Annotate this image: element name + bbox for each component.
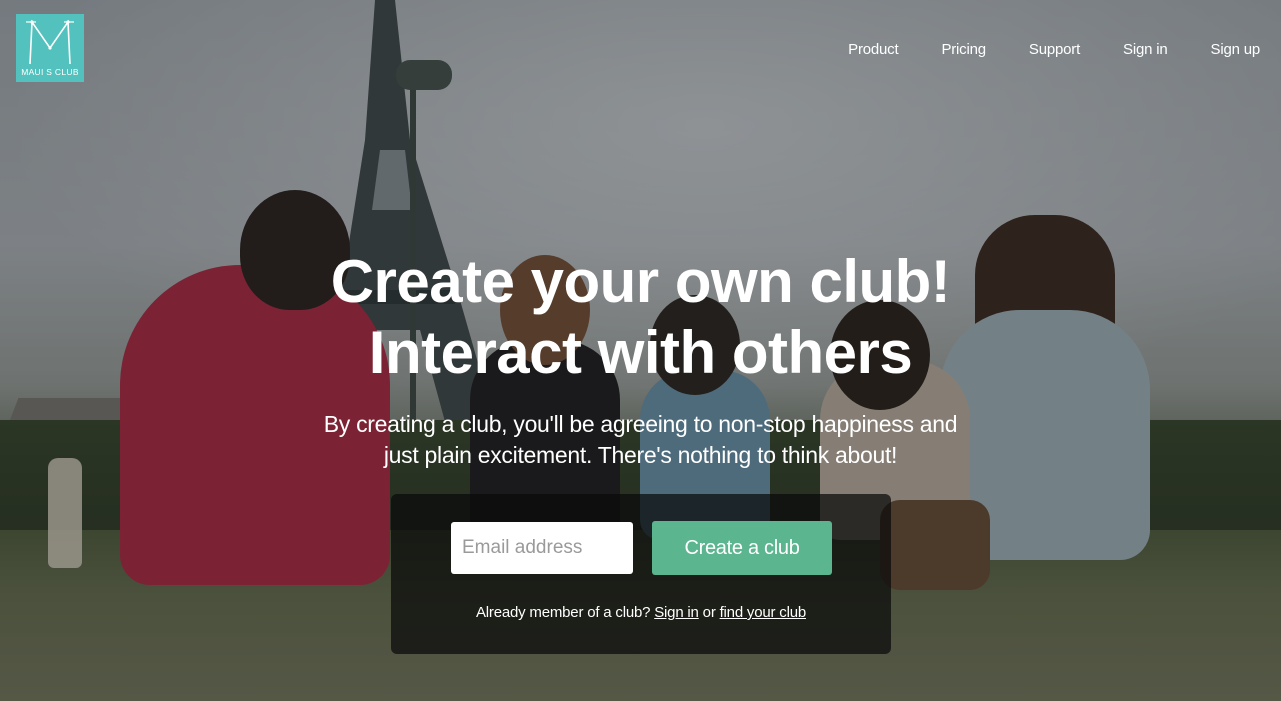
existing-member-line: Already member of a club? Sign in or fin… (391, 604, 891, 621)
monogram-m-icon (26, 19, 74, 65)
headline-line-1: Create your own club! (330, 248, 951, 315)
hero-subtext: By creating a club, you'll be agreeing t… (0, 409, 1281, 471)
brand-logo[interactable]: MAUI S CLUB (16, 14, 84, 82)
or-text: or (702, 604, 716, 621)
hero-headline: Create your own club! Interact with othe… (0, 246, 1281, 388)
find-club-link[interactable]: find your club (720, 604, 807, 621)
nav-product-link[interactable]: Product (848, 40, 898, 60)
nav-sign-up-link[interactable]: Sign up (1211, 40, 1261, 60)
subtext-line-2: just plain excitement. There's nothing t… (383, 442, 898, 468)
nav-support-link[interactable]: Support (1029, 40, 1080, 60)
member-prefix-text: Already member of a club? (476, 604, 651, 621)
headline-line-2: Interact with others (368, 319, 913, 386)
sign-in-link[interactable]: Sign in (654, 604, 699, 621)
nav-pricing-link[interactable]: Pricing (941, 40, 986, 60)
create-club-button[interactable]: Create a club (652, 521, 832, 575)
logo-text: MAUI S CLUB (21, 67, 79, 77)
nav-sign-in-link[interactable]: Sign in (1123, 40, 1168, 60)
email-input[interactable] (451, 522, 633, 574)
subtext-line-1: By creating a club, you'll be agreeing t… (323, 411, 958, 437)
signup-panel: Create a club Already member of a club? … (391, 494, 891, 654)
main-nav: Product Pricing Support Sign in Sign up (805, 40, 1260, 60)
